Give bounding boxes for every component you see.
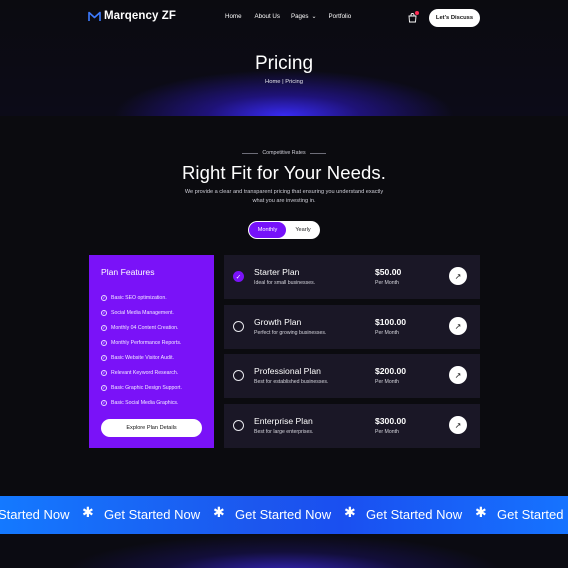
divider bbox=[242, 152, 259, 154]
page-title: Pricing bbox=[254, 53, 314, 74]
feature-item: ✓ Social Media Management. bbox=[101, 310, 174, 316]
marquee-text[interactable]: Get Started Now bbox=[366, 507, 462, 522]
section-title: Right Fit for Your Needs. bbox=[181, 162, 387, 183]
plan-card-growth[interactable]: Growth Plan Perfect for growing business… bbox=[224, 305, 480, 349]
plan-price: $300.00 bbox=[375, 416, 407, 426]
plan-description: Ideal for small businesses. bbox=[254, 280, 316, 286]
nav-about-us[interactable]: About Us bbox=[255, 13, 280, 20]
check-circle-icon: ✓ bbox=[101, 370, 107, 376]
breadcrumb: Home | Pricing bbox=[265, 79, 303, 85]
check-circle-icon: ✓ bbox=[101, 400, 107, 406]
logo[interactable]: Marqency ZF bbox=[88, 10, 176, 22]
toggle-monthly[interactable]: Monthly bbox=[249, 222, 286, 238]
check-circle-icon: ✓ bbox=[101, 355, 107, 361]
check-circle-icon: ✓ bbox=[101, 325, 107, 331]
plan-period: Per Month bbox=[375, 429, 399, 435]
feature-label: Monthly 04 Content Creation. bbox=[111, 325, 179, 331]
nav-pages-label: Pages bbox=[290, 13, 309, 20]
radio-selected-icon[interactable]: ✓ bbox=[233, 271, 244, 282]
asterisk-icon: ✱ bbox=[82, 504, 94, 520]
asterisk-icon: ✱ bbox=[344, 504, 356, 520]
chevron-down-icon: ⌄ bbox=[311, 14, 317, 20]
arrow-up-right-icon[interactable]: ↗ bbox=[449, 317, 467, 335]
plan-price: $200.00 bbox=[375, 366, 407, 376]
plan-description: Best for established businesses. bbox=[254, 379, 329, 385]
feature-label: Social Media Management. bbox=[111, 310, 174, 316]
marquee-text[interactable]: Get Started bbox=[497, 507, 563, 522]
check-circle-icon: ✓ bbox=[101, 340, 107, 346]
arrow-up-right-icon[interactable]: ↗ bbox=[449, 366, 467, 384]
get-started-marquee[interactable]: Started Now ✱ Get Started Now ✱ Get Star… bbox=[0, 496, 568, 534]
plan-description: Perfect for growing businesses. bbox=[254, 330, 327, 336]
billing-toggle: Monthly Yearly bbox=[248, 221, 320, 239]
plan-card-starter[interactable]: ✓ Starter Plan Ideal for small businesse… bbox=[224, 255, 480, 299]
main-menu: Home About Us Pages ⌄ Portfolio bbox=[225, 13, 351, 20]
feature-label: Monthly Performance Reports. bbox=[111, 340, 182, 346]
feature-label: Basic Social Media Graphics. bbox=[111, 400, 179, 406]
toggle-yearly[interactable]: Yearly bbox=[288, 222, 318, 238]
nav-home[interactable]: Home bbox=[225, 13, 242, 20]
marquee-text[interactable]: Started Now bbox=[0, 507, 70, 522]
plan-name: Growth Plan bbox=[254, 317, 302, 327]
feature-label: Relevant Keyword Research. bbox=[111, 370, 179, 376]
asterisk-icon: ✱ bbox=[213, 504, 225, 520]
feature-item: ✓ Basic Social Media Graphics. bbox=[101, 400, 178, 406]
check-circle-icon: ✓ bbox=[101, 385, 107, 391]
feature-item: ✓ Basic SEO optimization. bbox=[101, 295, 167, 301]
plan-period: Per Month bbox=[375, 379, 399, 385]
explore-plan-details-button[interactable]: Explore Plan Details bbox=[101, 419, 202, 437]
nav-portfolio[interactable]: Portfolio bbox=[329, 13, 352, 20]
footer-glow bbox=[0, 534, 568, 568]
eyebrow-label: Competitive Rates bbox=[262, 150, 306, 156]
lets-discuss-button[interactable]: Let's Discuss bbox=[429, 9, 480, 27]
plan-name: Professional Plan bbox=[254, 366, 321, 376]
asterisk-icon: ✱ bbox=[475, 504, 487, 520]
plan-name: Starter Plan bbox=[254, 267, 300, 277]
feature-label: Basic SEO optimization. bbox=[111, 295, 167, 301]
plan-period: Per Month bbox=[375, 280, 399, 286]
plan-period: Per Month bbox=[375, 330, 399, 336]
feature-item: ✓ Relevant Keyword Research. bbox=[101, 370, 178, 376]
plan-features-card: Plan Features ✓ Basic SEO optimization. … bbox=[89, 255, 214, 448]
plan-card-enterprise[interactable]: Enterprise Plan Best for large enterpris… bbox=[224, 404, 480, 448]
check-circle-icon: ✓ bbox=[101, 310, 107, 316]
plan-description: Best for large enterprises. bbox=[254, 429, 314, 435]
m-logo-icon bbox=[88, 11, 101, 21]
radio-icon[interactable] bbox=[233, 420, 244, 431]
divider bbox=[309, 152, 326, 154]
features-title: Plan Features bbox=[101, 267, 155, 277]
plan-card-professional[interactable]: Professional Plan Best for established b… bbox=[224, 354, 480, 398]
plan-name: Enterprise Plan bbox=[254, 416, 313, 426]
brand-name: Marqency ZF bbox=[104, 10, 177, 22]
marquee-text[interactable]: Get Started Now bbox=[235, 507, 331, 522]
top-navigation: Marqency ZF Home About Us Pages ⌄ Portfo… bbox=[0, 0, 568, 36]
cart-badge bbox=[415, 11, 419, 15]
nav-pages[interactable]: Pages ⌄ bbox=[291, 13, 317, 20]
hero-banner: Marqency ZF Home About Us Pages ⌄ Portfo… bbox=[0, 0, 568, 116]
marquee-text[interactable]: Get Started Now bbox=[104, 507, 200, 522]
check-circle-icon: ✓ bbox=[101, 295, 107, 301]
feature-item: ✓ Basic Website Visitor Audit. bbox=[101, 355, 174, 361]
section-description: We provide a clear and transparent prici… bbox=[184, 189, 384, 204]
feature-label: Basic Website Visitor Audit. bbox=[111, 355, 174, 361]
radio-icon[interactable] bbox=[233, 370, 244, 381]
arrow-up-right-icon[interactable]: ↗ bbox=[449, 416, 467, 434]
plan-price: $100.00 bbox=[375, 317, 407, 327]
arrow-up-right-icon[interactable]: ↗ bbox=[449, 267, 467, 285]
section-eyebrow: Competitive Rates bbox=[0, 150, 568, 156]
radio-icon[interactable] bbox=[233, 321, 244, 332]
plan-price: $50.00 bbox=[375, 267, 402, 277]
feature-item: ✓ Basic Graphic Design Support. bbox=[101, 385, 182, 391]
feature-item: ✓ Monthly 04 Content Creation. bbox=[101, 325, 178, 331]
feature-item: ✓ Monthly Performance Reports. bbox=[101, 340, 181, 346]
feature-label: Basic Graphic Design Support. bbox=[111, 385, 182, 391]
